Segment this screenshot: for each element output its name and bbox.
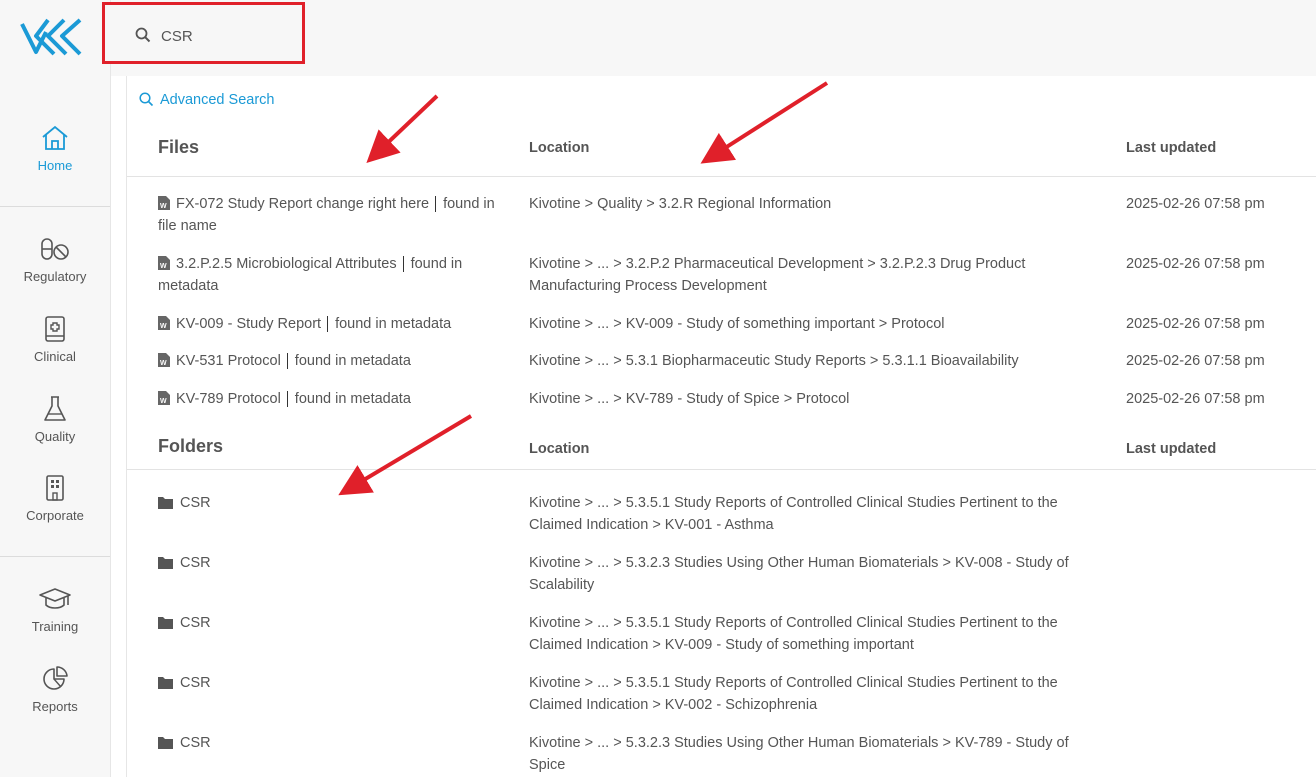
svg-text:W: W: [160, 398, 167, 405]
word-file-icon: W: [158, 353, 170, 367]
word-file-icon: W: [158, 196, 170, 210]
sidebar-item-quality[interactable]: Quality: [0, 395, 110, 465]
advanced-search-label: Advanced Search: [160, 92, 275, 108]
folder-name[interactable]: CSR: [180, 555, 211, 571]
word-file-icon: W: [158, 256, 170, 270]
medical-book-icon: [45, 316, 65, 342]
search-input[interactable]: [161, 25, 291, 47]
folders-title: Folders: [158, 436, 224, 456]
folder-icon: [158, 617, 173, 629]
folder-icon: [158, 737, 173, 749]
folder-name[interactable]: CSR: [180, 615, 211, 631]
sidebar-item-label: Clinical: [34, 349, 76, 364]
folder-name[interactable]: CSR: [180, 495, 211, 511]
sidebar-item-label: Regulatory: [23, 269, 87, 284]
folder-icon: [158, 557, 173, 569]
folder-location: Kivotine > ... > 5.3.5.1 Study Reports o…: [529, 495, 1058, 533]
match-type: found in metadata: [286, 353, 411, 369]
file-location: Kivotine > ... > KV-789 - Study of Spice…: [529, 391, 850, 407]
sidebar-item-training[interactable]: Training: [0, 585, 110, 655]
sidebar-item-regulatory[interactable]: Regulatory: [0, 235, 110, 305]
pill-icon: [41, 238, 69, 260]
sidebar-divider: [0, 556, 110, 557]
folder-location: Kivotine > ... > 5.3.2.3 Studies Using O…: [529, 735, 1069, 773]
folder-location: Kivotine > ... > 5.3.2.3 Studies Using O…: [529, 555, 1069, 593]
file-updated: 2025-02-26 07:58 pm: [1126, 391, 1265, 407]
pie-chart-icon: [43, 666, 68, 690]
file-updated: 2025-02-26 07:58 pm: [1126, 256, 1265, 272]
search-results: Advanced Search Files Location Last upda…: [126, 76, 1316, 777]
file-name[interactable]: FX-072 Study Report change right here: [176, 196, 429, 212]
sidebar-divider: [0, 206, 110, 207]
file-location: Kivotine > ... > 5.3.1 Biopharmaceutic S…: [529, 353, 1019, 369]
folder-name[interactable]: CSR: [180, 675, 211, 691]
file-updated: 2025-02-26 07:58 pm: [1126, 196, 1265, 212]
sidebar-item-label: Corporate: [26, 508, 84, 523]
files-title: Files: [158, 137, 200, 157]
search-icon: [139, 92, 154, 107]
search-icon: [135, 27, 151, 43]
flask-icon: [44, 396, 66, 421]
file-updated: 2025-02-26 07:58 pm: [1126, 353, 1265, 369]
sidebar-item-label: Training: [31, 619, 79, 634]
sidebar-item-label: Quality: [34, 429, 76, 444]
folder-icon: [158, 497, 173, 509]
folder-name[interactable]: CSR: [180, 735, 211, 751]
word-file-icon: W: [158, 391, 170, 405]
file-updated: 2025-02-26 07:58 pm: [1126, 316, 1265, 332]
search-box[interactable]: [102, 2, 305, 64]
svg-text:W: W: [160, 360, 167, 367]
folders-header: Folders Location Last updated: [127, 436, 1316, 470]
file-name[interactable]: KV-531 Protocol: [176, 353, 281, 369]
sidebar-item-reports[interactable]: Reports: [0, 665, 110, 735]
building-icon: [46, 475, 64, 501]
home-icon: [42, 125, 68, 150]
file-name[interactable]: KV-789 Protocol: [176, 391, 281, 407]
files-col-updated: Last updated: [1126, 140, 1217, 156]
match-type: found in metadata: [327, 316, 452, 332]
sidebar: Home Regulatory Clinical Quality Corpora…: [0, 0, 111, 777]
file-name[interactable]: 3.2.P.2.5 Microbiological Attributes: [176, 256, 397, 272]
match-type: found in metadata: [286, 391, 411, 407]
file-location: Kivotine > ... > KV-009 - Study of somet…: [529, 316, 945, 332]
folder-location: Kivotine > ... > 5.3.5.1 Study Reports o…: [529, 675, 1058, 713]
svg-text:W: W: [160, 323, 167, 330]
sidebar-item-home[interactable]: Home: [0, 124, 110, 194]
file-location: Kivotine > ... > 3.2.P.2 Pharmaceutical …: [529, 256, 1026, 294]
folder-location: Kivotine > ... > 5.3.5.1 Study Reports o…: [529, 615, 1058, 653]
folder-icon: [158, 677, 173, 689]
files-col-location: Location: [529, 140, 590, 156]
graduation-cap-icon: [39, 588, 71, 609]
file-name[interactable]: KV-009 - Study Report: [176, 316, 321, 332]
files-header: Files Location Last updated: [127, 137, 1316, 177]
sidebar-item-label: Reports: [32, 699, 78, 714]
sidebar-item-corporate[interactable]: Corporate: [0, 474, 110, 544]
svg-text:W: W: [160, 263, 167, 270]
folders-col-location: Location: [529, 441, 590, 457]
advanced-search-link[interactable]: Advanced Search: [139, 92, 274, 108]
sidebar-item-clinical[interactable]: Clinical: [0, 315, 110, 385]
svg-text:W: W: [160, 203, 167, 210]
file-location: Kivotine > Quality > 3.2.R Regional Info…: [529, 196, 832, 212]
folders-col-updated: Last updated: [1126, 441, 1217, 457]
sidebar-item-label: Home: [37, 158, 73, 173]
app-logo[interactable]: [18, 14, 84, 58]
word-file-icon: W: [158, 316, 170, 330]
